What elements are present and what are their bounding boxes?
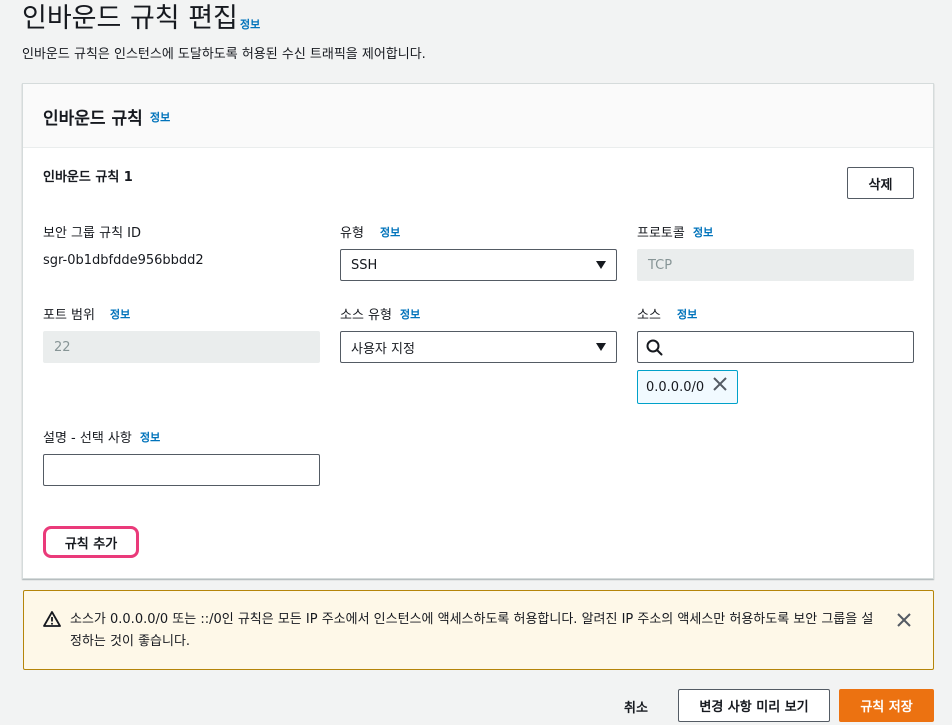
source-token: 0.0.0.0/0 — [637, 370, 738, 404]
search-icon — [646, 339, 663, 356]
type-info-link[interactable]: 정보 — [380, 224, 400, 240]
delete-rule-button[interactable]: 삭제 — [847, 167, 914, 199]
type-label: 유형 — [340, 226, 364, 241]
caret-down-icon — [596, 261, 606, 269]
description-label: 설명 - 선택 사항 — [43, 431, 132, 446]
page-info-link[interactable]: 정보 — [240, 16, 260, 32]
rule-title: 인바운드 규칙 1 — [43, 170, 133, 185]
source-label: 소스 — [637, 308, 661, 323]
port-range-label: 포트 범위 — [43, 308, 95, 323]
description-input[interactable] — [43, 454, 320, 486]
source-type-label: 소스 유형 — [340, 308, 392, 323]
source-info-link[interactable]: 정보 — [677, 306, 697, 322]
type-select-value: SSH — [351, 257, 378, 273]
description-info-link[interactable]: 정보 — [140, 429, 160, 445]
panel-info-link[interactable]: 정보 — [150, 109, 170, 125]
warning-icon — [43, 611, 61, 627]
token-remove-icon[interactable] — [712, 376, 728, 392]
source-type-select-value: 사용자 지정 — [351, 341, 415, 357]
save-rules-button[interactable]: 규칙 저장 — [839, 689, 934, 722]
warning-text-line-1: 소스가 0.0.0.0/0 또는 ::/0인 규칙은 모든 IP 주소에서 인스… — [70, 612, 874, 627]
page-description: 인바운드 규칙은 인스턴스에 도달하도록 허용된 수신 트래픽을 제어합니다. — [22, 47, 426, 62]
source-search-input[interactable] — [637, 331, 914, 363]
port-info-link[interactable]: 정보 — [110, 306, 130, 322]
protocol-info-link[interactable]: 정보 — [693, 224, 713, 240]
source-type-select[interactable]: 사용자 지정 — [340, 331, 617, 363]
close-icon[interactable] — [896, 612, 912, 628]
caret-down-icon — [596, 343, 606, 351]
protocol-field: TCP — [637, 249, 914, 281]
add-rule-button[interactable]: 규칙 추가 — [43, 526, 139, 558]
source-token-label: 0.0.0.0/0 — [646, 379, 705, 395]
rule-id-value: sgr-0b1dbfdde956bbdd2 — [43, 253, 204, 268]
panel-title: 인바운드 규칙 — [43, 109, 143, 129]
port-range-field: 22 — [43, 331, 320, 363]
warning-text-line-2: 정하는 것이 좋습니다. — [70, 634, 191, 649]
page-title: 인바운드 규칙 편집 — [22, 3, 238, 34]
warning-text: 소스가 0.0.0.0/0 또는 ::/0인 규칙은 모든 IP 주소에서 인스… — [70, 609, 880, 653]
protocol-label: 프로토콜 — [637, 226, 685, 241]
source-type-info-link[interactable]: 정보 — [400, 306, 420, 322]
cancel-button[interactable]: 취소 — [624, 697, 648, 716]
warning-alert: 소스가 0.0.0.0/0 또는 ::/0인 규칙은 모든 IP 주소에서 인스… — [23, 590, 934, 670]
rule-id-label: 보안 그룹 규칙 ID — [43, 226, 142, 241]
type-select[interactable]: SSH — [340, 249, 617, 281]
preview-changes-button[interactable]: 변경 사항 미리 보기 — [678, 689, 830, 722]
panel-header: 인바운드 규칙 정보 — [23, 84, 933, 148]
